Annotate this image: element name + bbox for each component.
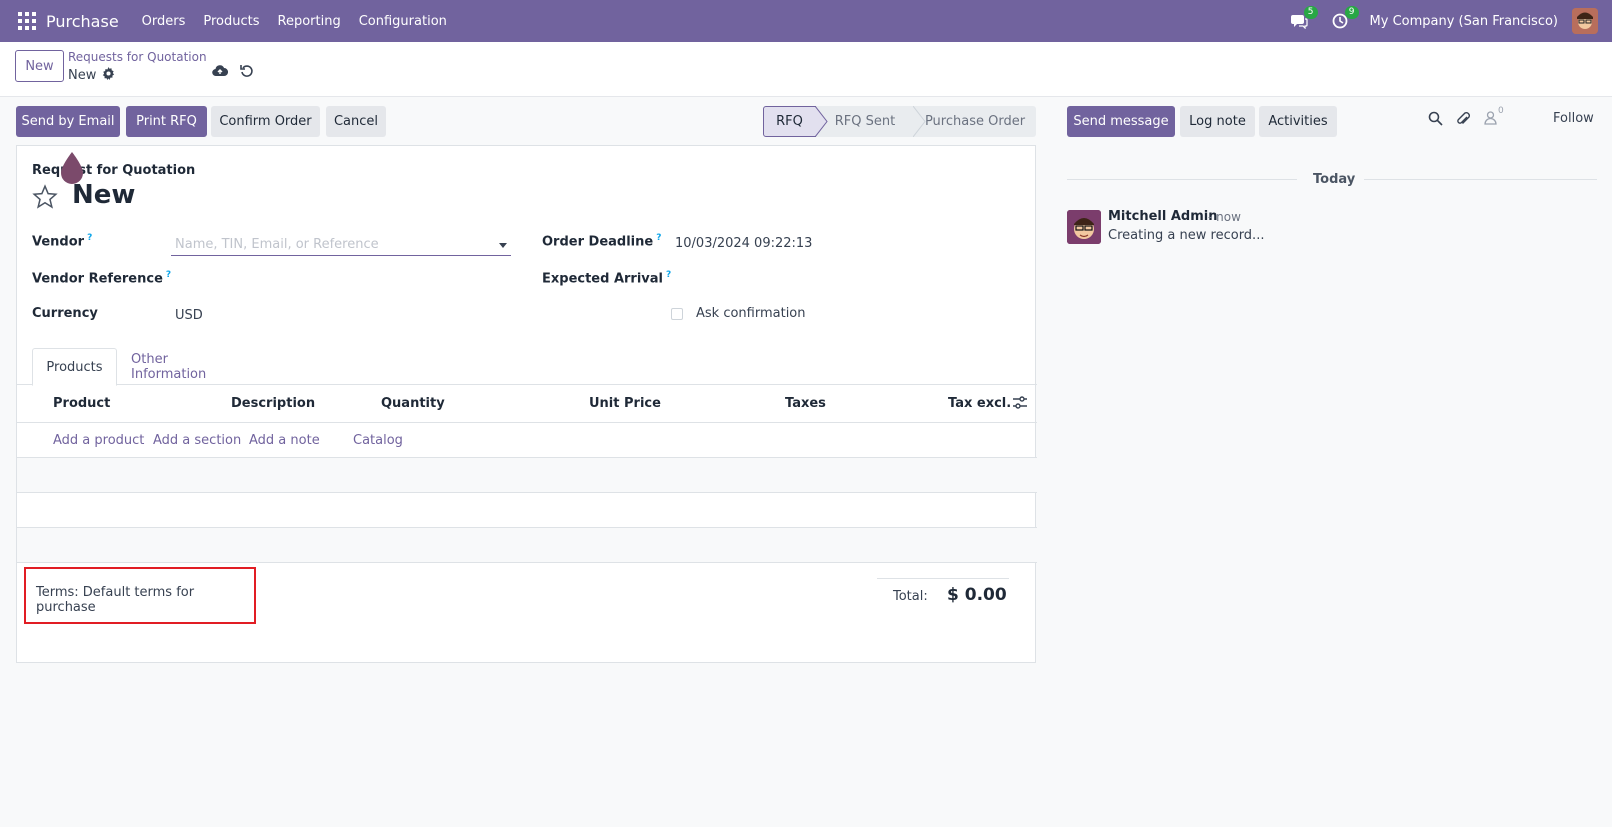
company-switcher[interactable]: My Company (San Francisco) bbox=[1370, 14, 1558, 29]
table-row bbox=[17, 528, 1037, 563]
add-section-link[interactable]: Add a section bbox=[153, 433, 241, 448]
new-record-button[interactable]: New bbox=[15, 50, 64, 82]
message-author[interactable]: Mitchell Admin bbox=[1108, 209, 1217, 224]
gear-icon[interactable] bbox=[102, 67, 115, 84]
vendor-reference-label-text: Vendor Reference bbox=[32, 271, 163, 287]
add-line-row: Add a product Add a section Add a note C… bbox=[17, 423, 1037, 458]
messages-button[interactable]: 5 bbox=[1288, 6, 1318, 32]
column-unit-price[interactable]: Unit Price bbox=[589, 396, 661, 411]
add-product-link[interactable]: Add a product bbox=[53, 433, 144, 448]
top-navbar: Purchase Orders Products Reporting Confi… bbox=[0, 0, 1612, 42]
help-tooltip[interactable]: ? bbox=[87, 233, 92, 243]
send-message-button[interactable]: Send message bbox=[1067, 106, 1175, 137]
star-icon[interactable] bbox=[32, 184, 58, 214]
total-label: Total: bbox=[893, 589, 928, 604]
table-row bbox=[17, 493, 1037, 528]
vendor-label: Vendor? bbox=[32, 233, 92, 249]
column-taxes[interactable]: Taxes bbox=[785, 396, 826, 411]
apps-menu-icon[interactable] bbox=[18, 12, 36, 30]
order-deadline-field[interactable]: 10/03/2024 09:22:13 bbox=[675, 236, 812, 251]
total-divider bbox=[877, 578, 1009, 579]
message-time: - now bbox=[1208, 210, 1241, 224]
nav-orders[interactable]: Orders bbox=[142, 14, 186, 29]
sliders-icon[interactable] bbox=[1013, 396, 1027, 413]
help-tooltip[interactable]: ? bbox=[656, 233, 661, 243]
status-rfq[interactable]: RFQ bbox=[763, 106, 816, 137]
table-row bbox=[17, 458, 1037, 493]
messages-badge: 5 bbox=[1303, 6, 1318, 19]
expected-arrival-label: Expected Arrival? bbox=[542, 270, 671, 286]
nav-configuration[interactable]: Configuration bbox=[359, 14, 447, 29]
status-purchase-order[interactable]: Purchase Order bbox=[914, 106, 1036, 137]
user-avatar[interactable] bbox=[1572, 8, 1598, 34]
ask-confirmation-checkbox[interactable] bbox=[671, 308, 683, 320]
followers-button[interactable]: 0 bbox=[1484, 106, 1504, 129]
breadcrumb-parent[interactable]: Requests for Quotation bbox=[68, 50, 207, 64]
expected-arrival-label-text: Expected Arrival bbox=[542, 271, 663, 287]
cancel-button[interactable]: Cancel bbox=[326, 106, 386, 137]
page-body: Send by Email Print RFQ Confirm Order Ca… bbox=[0, 97, 1612, 827]
order-lines-header: Product Description Quantity Unit Price … bbox=[17, 385, 1037, 423]
order-deadline-label: Order Deadline? bbox=[542, 233, 661, 249]
total-value: $ 0.00 bbox=[947, 585, 1007, 605]
order-deadline-label-text: Order Deadline bbox=[542, 234, 654, 250]
status-rfq-sent[interactable]: RFQ Sent bbox=[816, 106, 914, 137]
ask-confirmation-label: Ask confirmation bbox=[696, 306, 806, 321]
nav-products[interactable]: Products bbox=[203, 14, 259, 29]
column-tax-excl[interactable]: Tax excl. bbox=[948, 396, 1011, 411]
help-tooltip[interactable]: ? bbox=[666, 270, 671, 280]
status-arrow-icon bbox=[815, 106, 828, 137]
terms-highlight-box[interactable]: Terms: Default terms for purchase bbox=[24, 567, 256, 624]
confirm-order-button[interactable]: Confirm Order bbox=[211, 106, 320, 137]
chevron-down-icon[interactable] bbox=[499, 243, 507, 248]
terms-text[interactable]: Terms: Default terms for purchase bbox=[36, 585, 254, 615]
vendor-label-text: Vendor bbox=[32, 234, 85, 250]
activities-button[interactable]: 9 bbox=[1329, 6, 1359, 32]
discard-icon[interactable] bbox=[240, 64, 254, 82]
column-product[interactable]: Product bbox=[53, 396, 110, 411]
breadcrumb-current: New bbox=[68, 67, 115, 84]
nav-reporting[interactable]: Reporting bbox=[278, 14, 341, 29]
activities-badge: 9 bbox=[1344, 6, 1359, 19]
paperclip-icon[interactable] bbox=[1456, 111, 1471, 131]
app-name[interactable]: Purchase bbox=[46, 12, 119, 31]
cloud-upload-icon[interactable] bbox=[212, 64, 229, 82]
form-subtitle: Request for Quotation bbox=[32, 163, 196, 178]
message-body: Creating a new record... bbox=[1108, 228, 1265, 243]
column-quantity[interactable]: Quantity bbox=[381, 396, 445, 411]
help-tooltip[interactable]: ? bbox=[166, 270, 171, 280]
log-note-button[interactable]: Log note bbox=[1180, 106, 1255, 137]
print-rfq-button[interactable]: Print RFQ bbox=[126, 106, 207, 137]
follow-button[interactable]: Follow bbox=[1553, 111, 1594, 126]
date-separator: Today bbox=[1313, 172, 1356, 187]
search-icon[interactable] bbox=[1428, 111, 1443, 130]
status-bar: RFQ RFQ Sent Purchase Order bbox=[763, 106, 1036, 137]
vendor-reference-label: Vendor Reference? bbox=[32, 270, 171, 286]
notebook-tabs: Products Other Information bbox=[17, 348, 1037, 386]
column-description[interactable]: Description bbox=[231, 396, 315, 411]
form-title: New bbox=[72, 180, 136, 210]
control-panel: New Requests for Quotation New bbox=[0, 42, 1612, 97]
breadcrumb-current-label: New bbox=[68, 68, 97, 83]
activities-button[interactable]: Activities bbox=[1259, 106, 1337, 137]
catalog-link[interactable]: Catalog bbox=[353, 433, 403, 448]
status-arrow-icon bbox=[913, 106, 926, 137]
currency-field[interactable]: USD bbox=[175, 308, 203, 323]
send-by-email-button[interactable]: Send by Email bbox=[16, 106, 120, 137]
vendor-input[interactable] bbox=[171, 234, 511, 256]
add-note-link[interactable]: Add a note bbox=[249, 433, 320, 448]
form-sheet: Request for Quotation New Vendor? Vendor… bbox=[16, 145, 1037, 663]
separator-line bbox=[1364, 179, 1597, 180]
user-icon bbox=[1484, 111, 1497, 125]
followers-count: 0 bbox=[1498, 106, 1504, 116]
tab-products[interactable]: Products bbox=[32, 348, 117, 386]
separator-line bbox=[1067, 179, 1297, 180]
currency-label: Currency bbox=[32, 306, 98, 321]
tab-other-information[interactable]: Other Information bbox=[131, 348, 241, 386]
message-avatar[interactable] bbox=[1067, 210, 1101, 244]
